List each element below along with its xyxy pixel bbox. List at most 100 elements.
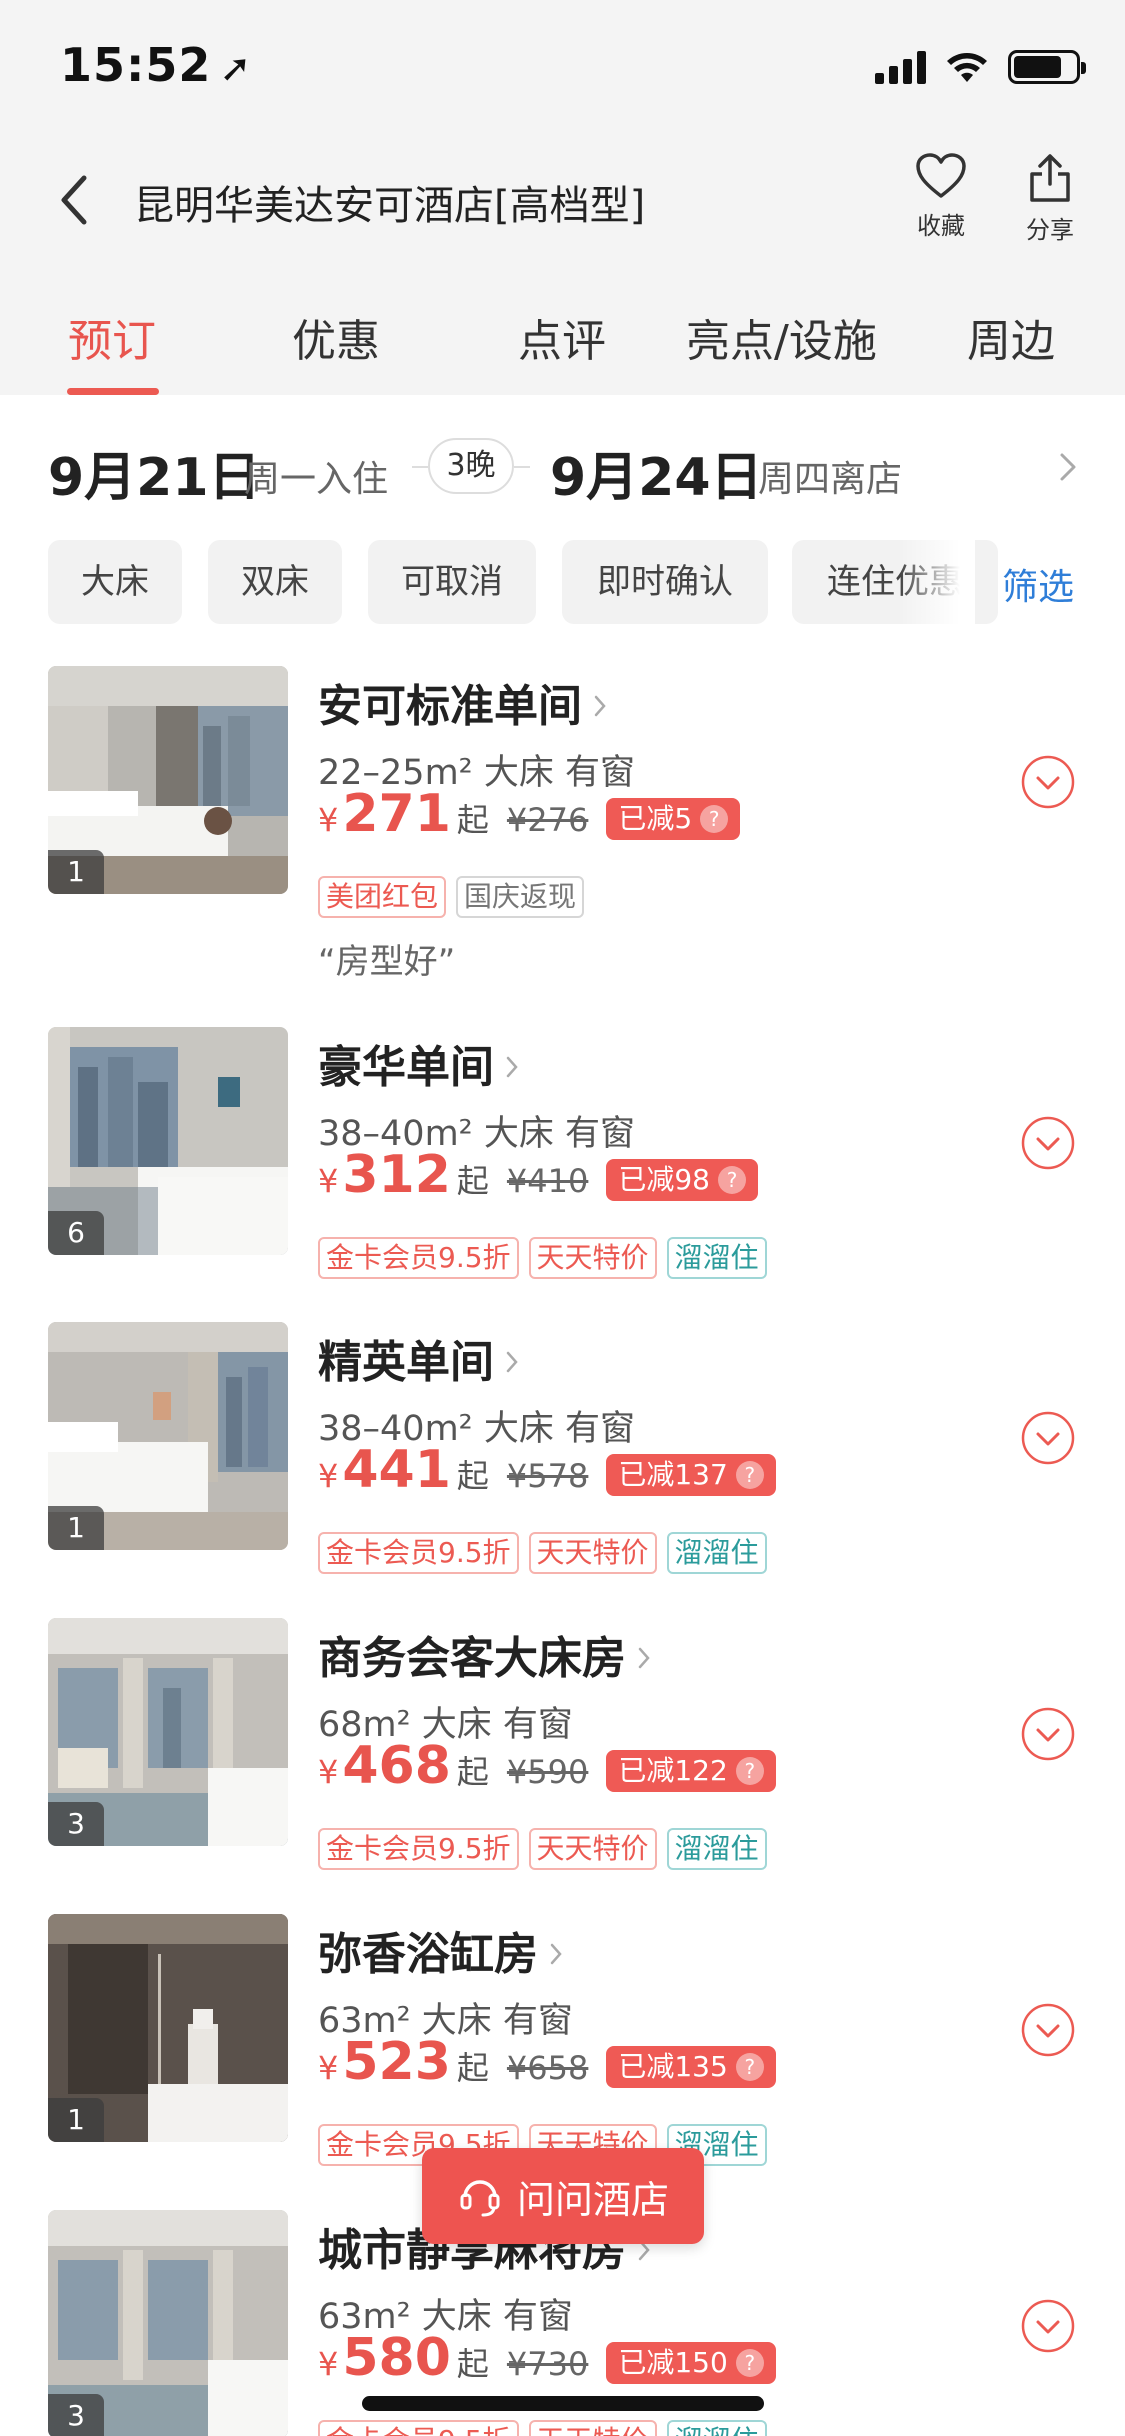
expand-chevron-icon[interactable] — [1020, 2002, 1076, 2058]
filter-chip-cancellable[interactable]: 可取消 — [368, 540, 536, 624]
room-name[interactable]: 商务会客大床房 — [318, 1622, 652, 1686]
filter-chip-instant-confirm[interactable]: 即时确认 — [562, 540, 768, 624]
room-photo[interactable]: 1 — [48, 1322, 288, 1550]
expand-chevron-icon[interactable] — [1020, 1115, 1076, 1171]
price-from-label: 起 — [456, 801, 489, 839]
share-button[interactable]: 分享 — [1005, 152, 1095, 245]
filter-chip-twin-bed[interactable]: 双床 — [208, 540, 342, 624]
ask-hotel-button[interactable]: 问问酒店 — [422, 2148, 704, 2244]
room-item[interactable]: 1 精英单间 38–40m² 大床 有窗 ¥ 441 起 ¥578 已减137?… — [0, 1322, 1125, 1582]
currency-symbol: ¥ — [318, 2049, 339, 2087]
checkin-label: 周一入住 — [244, 459, 389, 500]
room-name[interactable]: 安可标准单间 — [318, 670, 608, 734]
discount-text: 已减122 — [618, 1754, 728, 1787]
status-time-text: 15:52 — [60, 38, 212, 92]
status-bar: 15:52 ➚ — [0, 0, 1125, 140]
tab-facilities[interactable]: 亮点/设施 — [686, 305, 877, 369]
nav-bar: 昆明华美达安可酒店[高档型] 收藏 分享 — [0, 140, 1125, 255]
checkout-date: 9月24日 — [550, 448, 763, 508]
room-photo[interactable]: 1 — [48, 1914, 288, 2142]
room-photo[interactable]: 6 — [48, 1027, 288, 1255]
photo-count-badge: 3 — [48, 1802, 104, 1846]
room-price: 468 — [342, 1736, 451, 1796]
original-price: ¥590 — [506, 1753, 589, 1791]
room-name[interactable]: 弥香浴缸房 — [318, 1918, 564, 1982]
tab-active-indicator — [67, 388, 159, 395]
price-row: ¥ 523 起 ¥658 已减135? — [318, 2032, 776, 2102]
expand-chevron-icon[interactable] — [1020, 1706, 1076, 1762]
expand-chevron-icon[interactable] — [1020, 754, 1076, 810]
checkin-date: 9月21日 — [48, 448, 261, 508]
question-icon: ? — [735, 2053, 764, 2081]
tag-badge: 天天特价 — [528, 2420, 657, 2436]
tag-badge: 金卡会员9.5折 — [318, 1828, 519, 1870]
room-item[interactable]: 1 安可标准单间 22–25m² 大床 有窗 ¥ 271 起 ¥276 已减5?… — [0, 666, 1125, 986]
photo-count-badge: 1 — [48, 2098, 104, 2142]
original-price: ¥410 — [506, 1162, 589, 1200]
room-item[interactable]: 3 商务会客大床房 68m² 大床 有窗 ¥ 468 起 ¥590 已减122?… — [0, 1618, 1125, 1878]
price-row: ¥ 580 起 ¥730 已减150? — [318, 2328, 776, 2398]
original-price: ¥578 — [506, 1457, 589, 1495]
tab-booking[interactable]: 预订 — [68, 305, 156, 369]
discount-text: 已减98 — [618, 1163, 710, 1196]
price-row: ¥ 312 起 ¥410 已减98? — [318, 1145, 758, 1215]
room-photo[interactable]: 1 — [48, 666, 288, 894]
tag-badge: 溜溜住 — [666, 1237, 767, 1279]
discount-badge[interactable]: 已减122? — [606, 1750, 776, 1792]
original-price: ¥658 — [506, 2049, 589, 2087]
discount-badge[interactable]: 已减98? — [606, 1159, 758, 1201]
price-from-label: 起 — [456, 1162, 489, 1200]
chevron-right-icon — [550, 1943, 562, 1965]
discount-badge[interactable]: 已减5? — [606, 798, 741, 840]
discount-text: 已减135 — [618, 2050, 728, 2083]
nights-line-right — [514, 466, 530, 468]
price-from-label: 起 — [456, 2049, 489, 2087]
status-icons — [875, 50, 1086, 84]
discount-text: 已减137 — [618, 1458, 728, 1491]
chevron-right-icon — [638, 1647, 650, 1669]
tag-badge: 溜溜住 — [666, 1532, 767, 1574]
room-tags: 金卡会员9.5折 天天特价 溜溜住 — [318, 1532, 767, 1574]
share-label: 分享 — [1026, 216, 1074, 244]
share-icon — [1030, 154, 1070, 202]
room-photo[interactable]: 3 — [48, 2210, 288, 2436]
room-photo[interactable]: 3 — [48, 1618, 288, 1846]
room-name[interactable]: 豪华单间 — [318, 1031, 520, 1095]
date-selector[interactable]: 9月21日 周一入住 3晚 9月24日 周四离店 — [0, 395, 1125, 535]
room-item[interactable]: 6 豪华单间 38–40m² 大床 有窗 ¥ 312 起 ¥410 已减98? … — [0, 1027, 1125, 1287]
question-icon: ? — [735, 2349, 764, 2377]
room-price: 441 — [342, 1440, 451, 1500]
tag-badge: 溜溜住 — [666, 2420, 767, 2436]
discount-badge[interactable]: 已减135? — [606, 2046, 776, 2088]
room-name[interactable]: 精英单间 — [318, 1326, 520, 1390]
tag-badge: 溜溜住 — [666, 1828, 767, 1870]
tag-badge: 美团红包 — [318, 876, 447, 918]
favorite-button[interactable]: 收藏 — [896, 152, 986, 241]
room-price: 271 — [342, 784, 451, 844]
checkout-label: 周四离店 — [758, 459, 903, 500]
home-indicator[interactable] — [362, 2396, 764, 2411]
tag-badge: 金卡会员9.5折 — [318, 1532, 519, 1574]
nights-badge: 3晚 — [428, 438, 514, 494]
discount-badge[interactable]: 已减137? — [606, 1454, 776, 1496]
question-icon: ? — [735, 1461, 764, 1489]
expand-chevron-icon[interactable] — [1020, 1410, 1076, 1466]
tab-reviews[interactable]: 点评 — [518, 305, 606, 369]
filter-chip-king-bed[interactable]: 大床 — [48, 540, 182, 624]
room-name-text: 弥香浴缸房 — [318, 1929, 538, 1980]
room-item[interactable]: 1 弥香浴缸房 63m² 大床 有窗 ¥ 523 起 ¥658 已减135? 金… — [0, 1914, 1125, 2174]
original-price: ¥276 — [506, 801, 589, 839]
discount-badge[interactable]: 已减150? — [606, 2342, 776, 2384]
room-price: 523 — [342, 2032, 451, 2092]
status-time: 15:52 ➚ — [60, 38, 252, 92]
currency-symbol: ¥ — [318, 801, 339, 839]
question-icon: ? — [718, 1166, 746, 1194]
expand-chevron-icon[interactable] — [1020, 2298, 1076, 2354]
ask-hotel-label: 问问酒店 — [516, 2177, 669, 2222]
discount-text: 已减5 — [618, 802, 693, 835]
price-row: ¥ 271 起 ¥276 已减5? — [318, 784, 741, 854]
filter-button[interactable]: 筛选 — [1002, 558, 1074, 610]
back-chevron-icon[interactable] — [50, 170, 100, 230]
tab-offers[interactable]: 优惠 — [292, 305, 380, 369]
tab-nearby[interactable]: 周边 — [967, 305, 1055, 369]
